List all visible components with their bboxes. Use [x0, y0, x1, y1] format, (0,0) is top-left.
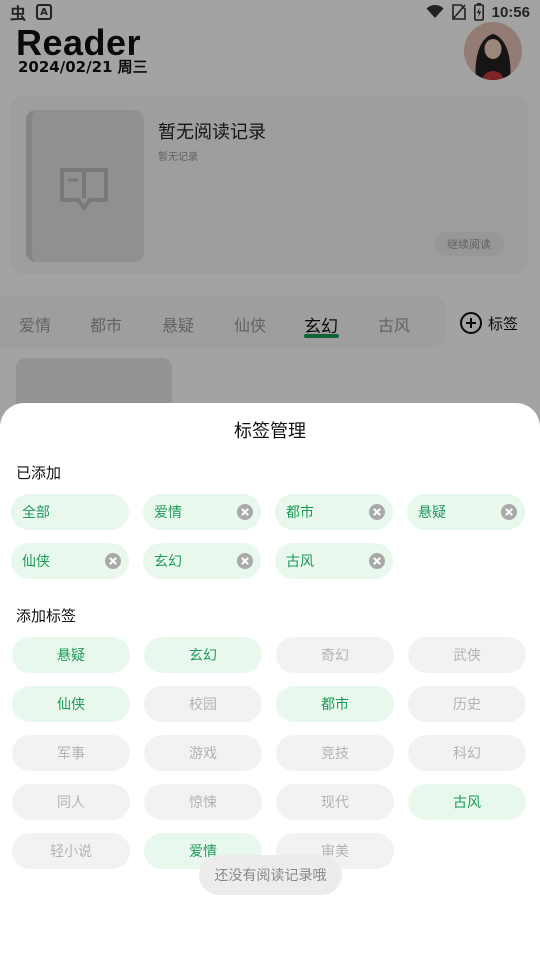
tag-management-sheet: 标签管理 已添加 全部 爱情 都市 悬疑 仙侠 玄幻 古风 添加标签 悬疑 玄幻… — [0, 403, 540, 960]
available-tag-chip[interactable]: 古风 — [408, 784, 526, 820]
added-tag-label: 爱情 — [154, 505, 182, 521]
wifi-icon — [426, 5, 444, 18]
available-tag-chip[interactable]: 游戏 — [144, 735, 262, 771]
added-tag-chip[interactable]: 爱情 — [143, 494, 261, 530]
available-tag-chip[interactable]: 悬疑 — [12, 637, 130, 673]
remove-tag-icon[interactable] — [105, 553, 121, 569]
added-tag-chip[interactable]: 玄幻 — [143, 543, 261, 579]
battery-charging-icon — [473, 3, 484, 21]
remove-tag-icon[interactable] — [369, 504, 385, 520]
available-tag-chip[interactable]: 都市 — [276, 686, 394, 722]
available-tag-chip[interactable]: 军事 — [12, 735, 130, 771]
no-sim-icon — [451, 4, 466, 20]
available-tag-chip[interactable]: 科幻 — [408, 735, 526, 771]
remove-tag-icon[interactable] — [369, 553, 385, 569]
bug-app-icon: 虫 — [10, 4, 27, 23]
available-tag-chip[interactable]: 同人 — [12, 784, 130, 820]
available-tag-chip[interactable]: 校园 — [144, 686, 262, 722]
added-tag-chip[interactable]: 全部 — [11, 494, 129, 530]
added-tag-label: 古风 — [286, 554, 314, 570]
added-section-label: 已添加 — [16, 464, 62, 482]
status-bar: 虫 A 10:56 — [0, 0, 540, 24]
available-tag-chip[interactable]: 现代 — [276, 784, 394, 820]
text-a-icon: A — [36, 4, 53, 20]
added-tag-label: 悬疑 — [418, 505, 446, 521]
available-tag-chip[interactable]: 武侠 — [408, 637, 526, 673]
available-tag-chip[interactable]: 奇幻 — [276, 637, 394, 673]
remove-tag-icon[interactable] — [237, 553, 253, 569]
added-tag-label: 都市 — [286, 505, 314, 521]
added-tag-label: 全部 — [22, 505, 50, 521]
remove-tag-icon[interactable] — [237, 504, 253, 520]
available-tag-chip[interactable]: 仙侠 — [12, 686, 130, 722]
available-tag-chip[interactable]: 玄幻 — [144, 637, 262, 673]
added-tag-label: 仙侠 — [22, 554, 50, 570]
status-time: 10:56 — [491, 3, 530, 21]
sheet-title: 标签管理 — [234, 421, 306, 442]
added-tag-chip[interactable]: 仙侠 — [11, 543, 129, 579]
available-tag-chip[interactable]: 竞技 — [276, 735, 394, 771]
added-tag-chip[interactable]: 古风 — [275, 543, 393, 579]
added-tag-chip[interactable]: 都市 — [275, 494, 393, 530]
add-section-label: 添加标签 — [16, 607, 77, 625]
added-tag-chip[interactable]: 悬疑 — [407, 494, 525, 530]
toast-message: 还没有阅读记录哦 — [199, 855, 342, 895]
available-tag-chip[interactable]: 轻小说 — [12, 833, 130, 869]
remove-tag-icon[interactable] — [501, 504, 517, 520]
added-tag-label: 玄幻 — [154, 554, 182, 570]
available-tag-chip[interactable]: 惊悚 — [144, 784, 262, 820]
available-tag-chip[interactable]: 历史 — [408, 686, 526, 722]
